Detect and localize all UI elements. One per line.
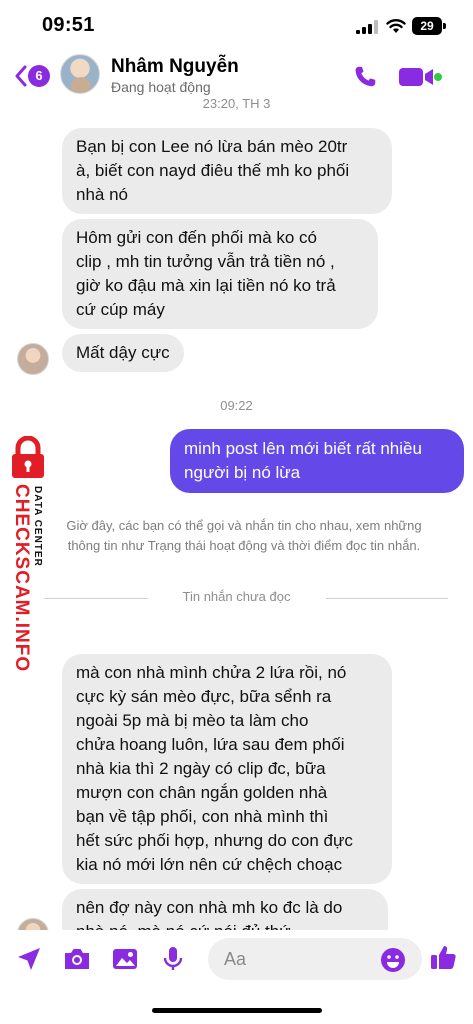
- unread-count-badge: 6: [28, 65, 50, 87]
- message-line: hết sức phối hợp, nhưng do con đực: [76, 831, 353, 850]
- sender-avatar[interactable]: [17, 918, 49, 930]
- message-line: nhà nó, mà nó cứ nói đủ thứ: [76, 920, 374, 930]
- message-line: nhà nó: [76, 185, 128, 204]
- message-line: Hôm gửi con đến phối mà ko có: [76, 228, 318, 247]
- message-line: cứ cúp máy: [76, 300, 165, 319]
- watermark: CHECKSCAM.INFO DATA CENTER: [2, 436, 54, 672]
- message-bubble-outgoing[interactable]: minh post lên mới biết rất nhiều người b…: [170, 429, 464, 493]
- message-line: nên đợ này con nhà mh ko đc là do: [76, 898, 343, 917]
- message-line: cực kỳ sán mèo đực, bữa sểnh ra: [76, 687, 332, 706]
- message-line: à, biết con nayd điêu thế mh ko phối: [76, 161, 350, 180]
- lock-icon: [12, 436, 44, 478]
- message-bubble-incoming[interactable]: Hôm gửi con đến phối mà ko có clip , mh …: [62, 219, 378, 329]
- back-arrow-icon: [15, 65, 27, 87]
- message-input[interactable]: [224, 938, 374, 980]
- message-line: minh post lên mới biết rất nhiều: [184, 439, 422, 458]
- message-composer: [0, 930, 473, 990]
- message-bubble-incoming[interactable]: nên đợ này con nhà mh ko đc là do nhà nó…: [62, 889, 388, 930]
- message-line: giờ ko đậu mà xin lại tiền nó ko trả: [76, 276, 336, 295]
- message-line: nhà kia thì 2 ngày có clip đc, bữa: [76, 759, 326, 778]
- battery-indicator: 29: [412, 17, 442, 35]
- message-bubble-incoming[interactable]: mà con nhà mình chửa 2 lứa rồi, nó cực k…: [62, 654, 392, 884]
- unread-divider-label: Tin nhắn chưa đọc: [182, 589, 291, 604]
- back-button[interactable]: 6: [14, 62, 54, 90]
- chat-header: 6 Nhâm Nguyễn Đang hoạt động: [0, 54, 473, 98]
- microphone-icon[interactable]: [158, 944, 188, 974]
- watermark-brand: CHECKSCAM.INFO: [11, 484, 32, 673]
- message-line: người bị nó lừa: [184, 463, 301, 482]
- status-bar: 09:51 29: [0, 0, 473, 54]
- home-indicator[interactable]: [152, 1008, 322, 1013]
- video-camera-icon[interactable]: [399, 66, 443, 88]
- message-line: ngoài 5p mà bị mèo ta làm cho: [76, 711, 309, 730]
- message-input-field[interactable]: [208, 938, 422, 980]
- emoji-icon[interactable]: [380, 947, 406, 973]
- message-line: kia nó mới lớn nên cứ chệch choạc: [76, 855, 343, 874]
- timestamp-separator: 23:20, TH 3: [202, 98, 271, 111]
- wifi-icon: [386, 19, 406, 33]
- divider: [326, 598, 448, 599]
- contact-name[interactable]: Nhâm Nguyễn: [111, 56, 239, 78]
- image-icon[interactable]: [110, 944, 140, 974]
- presence-status: Đang hoạt động: [111, 79, 211, 95]
- message-line: bạn về tập phối, con nhà mình thì: [76, 807, 329, 826]
- battery-tip: [443, 23, 446, 29]
- info-line: thông tin như Trạng thái hoạt động và th…: [67, 538, 421, 553]
- message-line: mà con nhà mình chửa 2 lứa rồi, nó: [76, 663, 347, 682]
- info-line: Giờ đây, các bạn có thể gọi và nhắn tin …: [66, 518, 422, 533]
- phone-icon[interactable]: [352, 64, 378, 90]
- message-list[interactable]: 23:20, TH 3 Bạn bị con Lee nó lừa bán mè…: [0, 98, 473, 930]
- message-line: clip , mh tin tưởng vẫn trả tiền nó ,: [76, 252, 335, 271]
- message-bubble-incoming[interactable]: Mất dậy cực: [62, 334, 184, 372]
- contact-avatar[interactable]: [60, 54, 100, 94]
- message-line: mượn con chân ngắn golden nhà: [76, 783, 328, 802]
- conversation-info-notice: Giờ đây, các bạn có thể gọi và nhắn tin …: [34, 516, 454, 556]
- message-line: chửa hoang luôn, lứa sau đem phối: [76, 735, 345, 754]
- sender-avatar[interactable]: [17, 343, 49, 375]
- message-line: Bạn bị con Lee nó lừa bán mèo 20tr: [76, 137, 348, 156]
- thumbs-up-icon[interactable]: [428, 942, 458, 972]
- watermark-subtitle: DATA CENTER: [32, 486, 43, 567]
- message-line: Mất dậy cực: [76, 343, 170, 362]
- cellular-signal-icon: [356, 20, 378, 34]
- status-time: 09:51: [42, 14, 95, 36]
- camera-icon[interactable]: [62, 944, 92, 974]
- message-bubble-incoming[interactable]: Bạn bị con Lee nó lừa bán mèo 20tr à, bi…: [62, 128, 392, 214]
- location-arrow-icon[interactable]: [14, 944, 44, 974]
- timestamp-separator: 09:22: [220, 398, 253, 413]
